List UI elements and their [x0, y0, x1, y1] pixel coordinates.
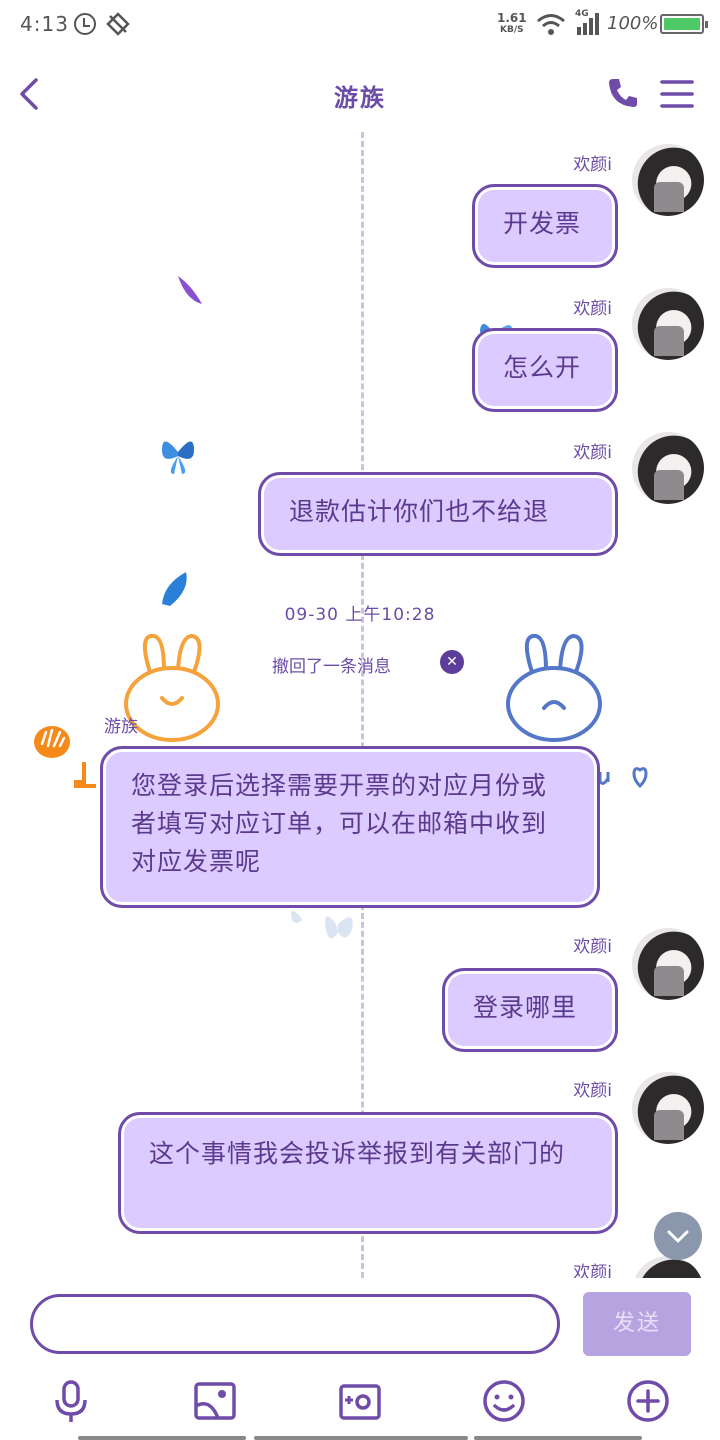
net-speed: 1.61 KB/S	[497, 12, 527, 36]
butterfly-icon	[291, 910, 353, 939]
my-avatar[interactable]	[632, 928, 704, 1000]
sender-nickname: 欢颜i	[573, 155, 612, 175]
message-bubble[interactable]: 您登录后选择需要开票的对应月份或者填写对应订单，可以在邮箱中收到对应发票呢	[100, 746, 600, 908]
sender-nickname: 欢颜i	[573, 299, 612, 319]
close-icon[interactable]: ✕	[440, 650, 464, 674]
orange-foot-decoration	[74, 762, 96, 788]
net-speed-unit: KB/S	[500, 25, 524, 35]
orange-hand-decoration	[34, 726, 70, 758]
alarm-icon	[74, 13, 96, 35]
phone-icon[interactable]	[606, 76, 640, 110]
blue-heart-decoration	[598, 767, 648, 789]
chat-title: 游族	[334, 84, 386, 112]
message-input[interactable]	[30, 1294, 560, 1354]
scroll-down-button[interactable]	[654, 1212, 702, 1260]
back-button[interactable]	[12, 74, 48, 114]
menu-icon[interactable]	[660, 78, 694, 110]
status-time: 4:13	[20, 12, 69, 36]
net-speed-value: 1.61	[497, 11, 527, 25]
system-nav-indicator	[254, 1436, 468, 1440]
message-text: 您登录后选择需要开票的对应月份或者填写对应订单，可以在邮箱中收到对应发票呢	[131, 771, 548, 876]
voice-icon[interactable]	[48, 1378, 94, 1424]
my-avatar[interactable]	[632, 288, 704, 360]
battery-icon	[660, 14, 708, 34]
sender-nickname: 欢颜i	[573, 1081, 612, 1101]
message-text: 这个事情我会投诉举报到有关部门的	[149, 1139, 566, 1168]
image-icon[interactable]	[192, 1378, 238, 1424]
sender-nickname: 欢颜i	[573, 443, 612, 463]
system-nav-indicator	[78, 1436, 246, 1440]
send-button[interactable]: 发送	[583, 1292, 691, 1356]
message-bubble[interactable]: 登录哪里	[442, 968, 618, 1052]
chat-messages[interactable]: 欢颜i 开发票 欢颜i 怎么开 欢颜i 退款估计你们也不给退 09-30 上午1…	[0, 132, 720, 1278]
input-bar: 发送	[0, 1280, 720, 1440]
camera-icon[interactable]	[337, 1378, 383, 1424]
chat-header: 游族	[0, 56, 720, 132]
my-avatar[interactable]	[632, 144, 704, 216]
signal-icon	[577, 13, 599, 35]
wifi-icon	[537, 14, 565, 35]
butterfly-icon	[162, 441, 194, 474]
my-avatar[interactable]	[632, 432, 704, 504]
sender-nickname: 游族	[104, 717, 138, 737]
butterfly-icon	[178, 276, 202, 304]
message-bubble[interactable]: 退款估计你们也不给退	[258, 472, 618, 556]
message-timestamp: 09-30 上午10:28	[284, 605, 436, 625]
my-avatar[interactable]	[632, 1256, 704, 1278]
sender-nickname: 欢颜i	[573, 1263, 612, 1278]
message-text: 登录哪里	[473, 993, 578, 1022]
sender-nickname: 欢颜i	[573, 937, 612, 957]
blue-bunny-decoration	[506, 633, 602, 742]
message-text: 开发票	[503, 209, 582, 238]
message-bubble[interactable]: 这个事情我会投诉举报到有关部门的	[118, 1112, 618, 1234]
message-text: 怎么开	[503, 353, 582, 382]
message-bubble[interactable]: 怎么开	[472, 328, 618, 412]
my-avatar[interactable]	[632, 1072, 704, 1144]
message-bubble[interactable]: 开发票	[472, 184, 618, 268]
status-bar: 4:13 1.61 KB/S 4G 100%	[0, 0, 720, 52]
system-nav-indicator	[474, 1436, 642, 1440]
silent-mode-icon	[106, 12, 130, 36]
recall-notice: 撤回了一条消息	[272, 657, 391, 677]
decorative-divider	[361, 132, 364, 1278]
message-text: 退款估计你们也不给退	[289, 497, 550, 526]
battery-percent: 100%	[607, 13, 659, 34]
plus-icon[interactable]	[625, 1378, 671, 1424]
emoji-icon[interactable]	[481, 1378, 527, 1424]
